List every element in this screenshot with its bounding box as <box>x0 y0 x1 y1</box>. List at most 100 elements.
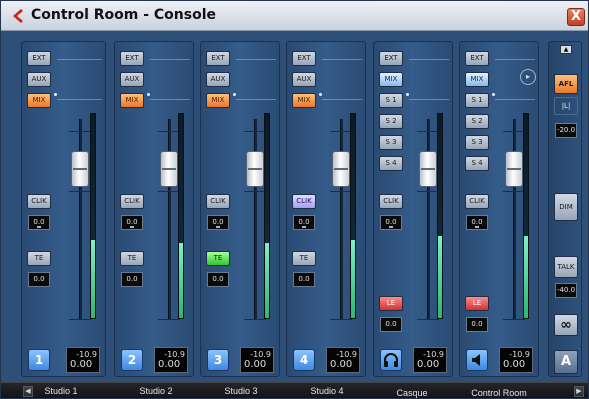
route-s2-button[interactable]: S 2 <box>465 114 489 129</box>
volume-fader-knob[interactable] <box>71 151 89 187</box>
route-s2-button[interactable]: S 2 <box>379 114 403 129</box>
peak-value: -10.9 <box>423 350 444 359</box>
fader-tick <box>417 131 439 132</box>
click-button[interactable]: CLIK <box>120 194 144 209</box>
channel-name: Control Room <box>471 388 527 398</box>
signal-line <box>409 59 449 60</box>
afl-button[interactable]: AFL <box>554 74 578 94</box>
play-toggle-icon[interactable]: ▸ <box>520 69 536 85</box>
click-level-field[interactable]: 0.0 <box>28 215 50 230</box>
route-ext-button[interactable]: EXT <box>27 51 51 66</box>
route-s1-button[interactable]: S 1 <box>465 93 489 108</box>
scroll-right-icon[interactable]: ▶ <box>574 386 584 397</box>
talkback-level-field[interactable]: -40.0 <box>555 283 577 298</box>
close-button[interactable]: X <box>567 8 585 26</box>
fader-tick <box>503 191 525 192</box>
le-button[interactable]: LE <box>379 296 403 311</box>
route-s4-button[interactable]: S 4 <box>379 156 403 171</box>
route-s4-button[interactable]: S 4 <box>465 156 489 171</box>
te-level-field[interactable]: 0.0 <box>207 272 229 287</box>
signal-line <box>409 99 449 100</box>
level-readout: -10.9 0.00 <box>326 347 360 373</box>
route-mix-button[interactable]: MIX <box>379 72 403 87</box>
route-s3-button[interactable]: S 3 <box>379 135 403 150</box>
route-s3-button[interactable]: S 3 <box>465 135 489 150</box>
dim-button[interactable]: DIM <box>554 193 578 221</box>
talkback-button[interactable]: TALK <box>554 256 578 278</box>
afl-level-field[interactable]: -20.0 <box>555 123 577 138</box>
route-s1-button[interactable]: S 1 <box>379 93 403 108</box>
fader-tick <box>158 131 180 132</box>
route-aux-button[interactable]: AUX <box>292 72 316 87</box>
route-mix-button[interactable]: MIX <box>206 93 230 108</box>
signal-dot <box>319 93 322 96</box>
peak-value: -10.9 <box>250 350 271 359</box>
route-mix-button[interactable]: MIX <box>465 72 489 87</box>
route-ext-button[interactable]: EXT <box>120 51 144 66</box>
peak-value: -10.9 <box>336 350 357 359</box>
mode-button[interactable]: |L| <box>554 97 578 115</box>
route-mix-button[interactable]: MIX <box>120 93 144 108</box>
fader-track <box>168 119 171 319</box>
level-meter <box>264 113 270 319</box>
route-mix-button[interactable]: MIX <box>27 93 51 108</box>
te-button[interactable]: TE <box>120 251 144 266</box>
fader-tick <box>417 319 439 320</box>
le-level-field[interactable]: 0.0 <box>380 317 402 332</box>
level-value: 0.00 <box>70 359 93 370</box>
link-button[interactable]: ∞ <box>554 314 578 336</box>
level-meter-fill <box>179 242 183 318</box>
fader-track <box>513 119 516 319</box>
click-button[interactable]: CLIK <box>465 194 489 209</box>
route-ext-button[interactable]: EXT <box>206 51 230 66</box>
click-button[interactable]: CLIK <box>292 194 316 209</box>
te-level-field[interactable]: 0.0 <box>121 272 143 287</box>
click-level-field[interactable]: 0.0 <box>121 215 143 230</box>
channel-name: Studio 2 <box>139 386 173 396</box>
click-level-field[interactable]: 0.0 <box>380 215 402 230</box>
te-button[interactable]: TE <box>292 251 316 266</box>
right-panel: ▲ AFL |L| -20.0 DIM TALK -40.0 ∞ A <box>548 41 582 377</box>
fader-track <box>79 119 82 319</box>
route-mix-button[interactable]: MIX <box>292 93 316 108</box>
route-aux-button[interactable]: AUX <box>27 72 51 87</box>
level-meter <box>90 113 96 319</box>
le-button[interactable]: LE <box>465 296 489 311</box>
route-ext-button[interactable]: EXT <box>379 51 403 66</box>
channel-number-button[interactable]: 1 <box>28 349 50 371</box>
click-level-field[interactable]: 0.0 <box>466 215 488 230</box>
volume-fader-knob[interactable] <box>332 151 350 187</box>
click-button[interactable]: CLIK <box>27 194 51 209</box>
headphones-icon[interactable] <box>380 349 402 371</box>
route-ext-button[interactable]: EXT <box>465 51 489 66</box>
volume-fader-knob[interactable] <box>160 151 178 187</box>
level-value: 0.00 <box>330 359 353 370</box>
route-ext-button[interactable]: EXT <box>292 51 316 66</box>
channel-number-button[interactable]: 3 <box>207 349 229 371</box>
speaker-icon[interactable] <box>466 349 488 371</box>
peak-value: -10.9 <box>509 350 530 359</box>
signal-line <box>236 59 276 60</box>
volume-fader-knob[interactable] <box>505 151 523 187</box>
channel-number-button[interactable]: 4 <box>293 349 315 371</box>
scroll-up-icon[interactable]: ▲ <box>560 45 572 54</box>
level-meter <box>178 113 184 319</box>
te-button[interactable]: TE <box>206 251 230 266</box>
te-button[interactable]: TE <box>27 251 51 266</box>
click-level-field[interactable]: 0.0 <box>207 215 229 230</box>
te-level-field[interactable]: 0.0 <box>293 272 315 287</box>
click-level-field[interactable]: 0.0 <box>293 215 315 230</box>
click-button[interactable]: CLIK <box>206 194 230 209</box>
a-button[interactable]: A <box>554 350 578 374</box>
le-level-field[interactable]: 0.0 <box>466 317 488 332</box>
fader-tick <box>330 191 352 192</box>
channel-number-button[interactable]: 2 <box>121 349 143 371</box>
fader-tick <box>69 319 91 320</box>
route-aux-button[interactable]: AUX <box>120 72 144 87</box>
volume-fader-knob[interactable] <box>419 151 437 187</box>
volume-fader-knob[interactable] <box>246 151 264 187</box>
fader-tick <box>69 131 91 132</box>
click-button[interactable]: CLIK <box>379 194 403 209</box>
route-aux-button[interactable]: AUX <box>206 72 230 87</box>
te-level-field[interactable]: 0.0 <box>28 272 50 287</box>
